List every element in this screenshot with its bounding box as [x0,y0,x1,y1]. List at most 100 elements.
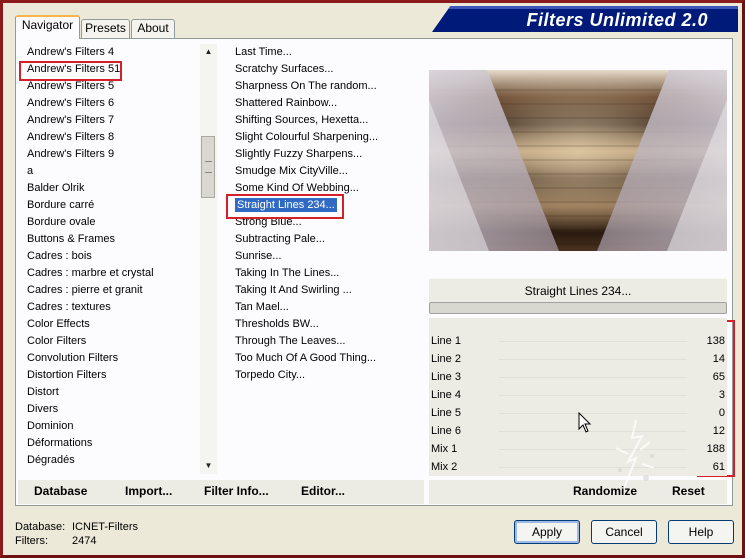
filter-item[interactable]: Shattered Rainbow... [228,95,418,112]
category-item[interactable]: Balder Olrik [20,180,200,197]
import-link[interactable]: Import... [125,484,172,498]
filter-item-label: Scratchy Surfaces... [235,63,334,75]
category-item[interactable]: Andrew's Filters 7 [20,112,200,129]
category-item[interactable]: a [20,163,200,180]
category-item[interactable]: Color Effects [20,316,200,333]
filter-item[interactable]: Too Much Of A Good Thing... [228,350,418,367]
category-item[interactable]: Distortion Filters [20,367,200,384]
category-item[interactable]: Cadres : marbre et crystal [20,265,200,282]
scroll-down-arrow-icon[interactable]: ▼ [200,458,217,474]
filter-item-label: Last Time... [235,46,292,58]
param-slider[interactable] [499,395,687,396]
param-label: Line 2 [431,353,461,365]
param-slider[interactable] [499,377,687,378]
filter-highlight-box [226,194,344,219]
category-item[interactable]: Andrew's Filters 9 [20,146,200,163]
filter-item-label: Sharpness On The random... [235,80,377,92]
filters-count-value: 2474 [72,535,97,547]
category-item[interactable]: Andrew's Filters 6 [20,95,200,112]
apply-button[interactable]: Apply [514,520,580,544]
tab-presets[interactable]: Presets [81,19,130,38]
category-item[interactable]: Cadres : textures [20,299,200,316]
filter-item[interactable]: Sunrise... [228,248,418,265]
param-slider[interactable] [499,413,687,414]
preview-image [429,70,727,251]
category-item[interactable]: Dégradés [20,452,200,469]
param-value: 138 [706,335,725,347]
filter-item-label: Sunrise... [235,250,282,262]
category-item[interactable]: Dominion [20,418,200,435]
filter-item[interactable]: Last Time... [228,44,418,61]
category-item[interactable]: Andrew's Filters 4 [20,44,200,61]
param-label: Mix 1 [431,443,458,455]
filter-item-label: Too Much Of A Good Thing... [235,352,377,364]
reset-link[interactable]: Reset [672,484,705,498]
cancel-button[interactable]: Cancel [591,520,657,544]
filter-item[interactable]: Tan Mael... [228,299,418,316]
param-slider[interactable] [499,359,687,360]
category-item[interactable]: Andrew's Filters 8 [20,129,200,146]
parameter-panel: Line 1 138 Line 2 14 Line 3 65 Line 4 3 … [429,318,727,476]
database-link[interactable]: Database [34,484,87,498]
category-item[interactable]: Buttons & Frames [20,231,200,248]
param-value: 14 [712,353,725,365]
filter-item-label: Through The Leaves... [235,335,346,347]
category-item[interactable]: Convolution Filters [20,350,200,367]
filter-item[interactable]: Subtracting Pale... [228,231,418,248]
scroll-up-arrow-icon[interactable]: ▲ [200,44,217,60]
filter-item[interactable]: Slight Colourful Sharpening... [228,129,418,146]
tab-about[interactable]: About [131,19,175,38]
param-row-line-3[interactable]: Line 3 65 [429,369,727,387]
status-info: Database: ICNET-Filters Filters: 2474 [15,520,138,548]
param-label: Mix 2 [431,461,458,473]
param-label: Line 4 [431,389,461,401]
category-item[interactable]: Cadres : bois [20,248,200,265]
param-row-mix-1[interactable]: Mix 1 188 [429,441,727,459]
filter-item[interactable]: Through The Leaves... [228,333,418,350]
filter-item[interactable]: Torpedo City... [228,367,418,384]
param-value: 61 [712,461,725,473]
parameter-toolbar: Randomize Reset [429,480,727,504]
scroll-thumb[interactable] [201,136,215,198]
category-item[interactable]: Divers [20,401,200,418]
category-item[interactable]: Bordure ovale [20,214,200,231]
category-item[interactable]: Déformations [20,435,200,452]
param-label: Line 3 [431,371,461,383]
mouse-cursor-icon [578,412,592,433]
param-label: Line 6 [431,425,461,437]
param-row-line-2[interactable]: Line 2 14 [429,351,727,369]
title-banner: Filters Unlimited 2.0 [432,6,738,32]
filter-item[interactable]: Shifting Sources, Hexetta... [228,112,418,129]
filter-item-label: Shifting Sources, Hexetta... [235,114,369,126]
filter-list[interactable]: Last Time... Scratchy Surfaces... Sharpnes… [228,44,418,474]
category-item[interactable]: Cadres : pierre et granit [20,282,200,299]
filter-item-label: Some Kind Of Webbing... [235,182,359,194]
param-row-line-1[interactable]: Line 1 138 [429,333,727,351]
filter-item[interactable]: Slightly Fuzzy Sharpens... [228,146,418,163]
filter-item[interactable]: Taking In The Lines... [228,265,418,282]
param-row-line-4[interactable]: Line 4 3 [429,387,727,405]
param-row-mix-2[interactable]: Mix 2 61 [429,459,727,477]
category-scrollbar[interactable]: ▲ ▼ [200,44,217,474]
filter-item[interactable]: Thresholds BW... [228,316,418,333]
filter-item[interactable]: Smudge Mix CityVille... [228,163,418,180]
category-item[interactable]: Distort [20,384,200,401]
filter-item[interactable]: Taking It And Swirling ... [228,282,418,299]
filter-item-label: Shattered Rainbow... [235,97,338,109]
tab-navigator[interactable]: Navigator [15,15,80,39]
filter-item[interactable]: Sharpness On The random... [228,78,418,95]
filter-item-label: Thresholds BW... [235,318,319,330]
navigator-toolbar: Database Import... Filter Info... Editor… [18,480,424,504]
category-list[interactable]: Andrew's Filters 4 Andrew's Filters 51 And… [20,44,200,474]
param-value: 188 [706,443,725,455]
category-item[interactable]: Color Filters [20,333,200,350]
category-item[interactable]: Bordure carré [20,197,200,214]
database-label: Database: [15,521,66,533]
param-slider[interactable] [499,341,687,342]
database-value: ICNET-Filters [72,521,138,533]
filter-info-link[interactable]: Filter Info... [204,484,269,498]
filter-item[interactable]: Scratchy Surfaces... [228,61,418,78]
editor-link[interactable]: Editor... [301,484,345,498]
help-button[interactable]: Help [668,520,734,544]
param-value: 65 [712,371,725,383]
